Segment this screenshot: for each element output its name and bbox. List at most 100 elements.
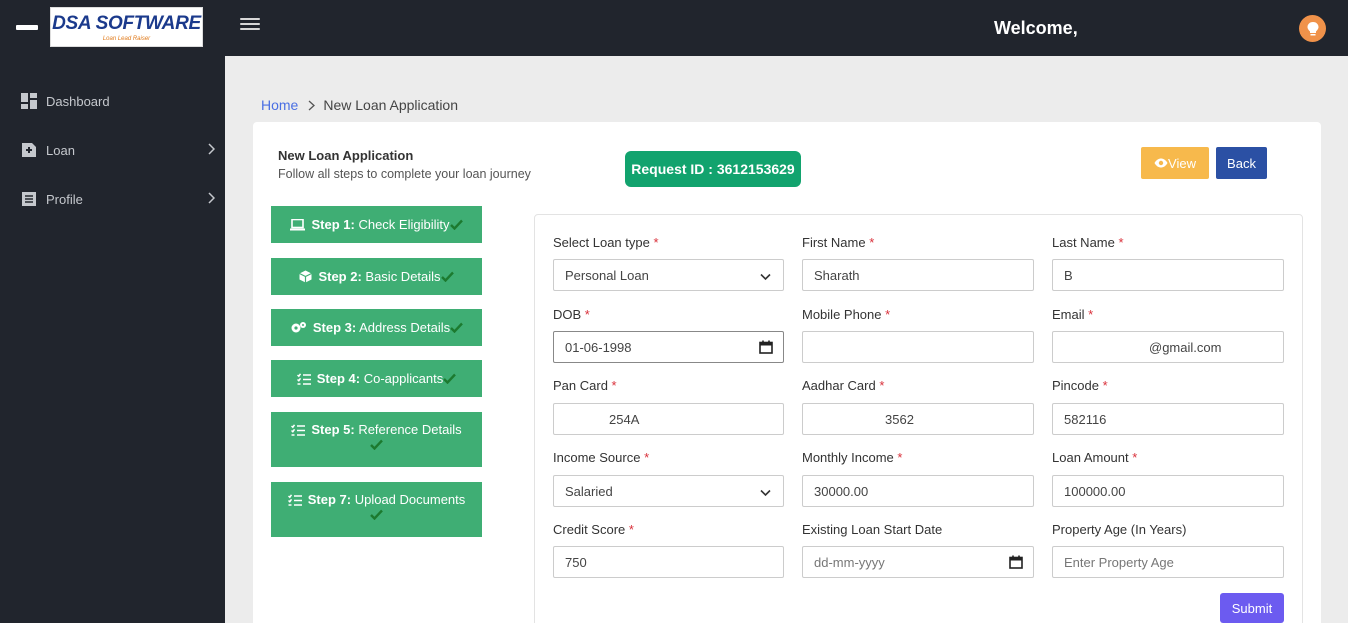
pincode-input[interactable]: 582116 (1052, 403, 1284, 435)
menu-toggle-icon[interactable] (240, 18, 260, 34)
user-avatar[interactable] (1299, 15, 1326, 42)
back-button[interactable]: Back (1216, 147, 1267, 179)
email-label: Email * (1052, 307, 1094, 322)
list-check-icon (296, 372, 311, 385)
gears-icon (291, 322, 306, 333)
chevron-down-icon (760, 269, 771, 284)
step-3-address-details[interactable]: Step 3: Address Details (271, 309, 482, 346)
sidebar-item-dashboard[interactable]: Dashboard (0, 88, 225, 114)
income-source-select[interactable]: Salaried (553, 475, 784, 507)
step-1-check-eligibility[interactable]: Step 1: Check Eligibility (271, 206, 482, 243)
chevron-right-icon (207, 192, 216, 207)
check-icon (440, 271, 454, 282)
step-5-reference-details[interactable]: Step 5: Reference Details (271, 412, 482, 467)
mobile-input[interactable] (802, 331, 1034, 363)
breadcrumb-home-link[interactable]: Home (261, 97, 298, 113)
breadcrumb: Home New Loan Application (261, 97, 458, 113)
lightbulb-icon (1307, 21, 1318, 35)
step-7-upload-documents[interactable]: Step 7: Upload Documents (271, 482, 482, 537)
step-prefix: Step 7: (307, 492, 352, 507)
dob-value: 01-06-1998 (565, 339, 632, 355)
sidebar-item-label: Loan (46, 142, 75, 158)
aadhar-input[interactable]: 3562 (802, 403, 1034, 435)
laptop-icon (290, 218, 306, 230)
brand-name: DSA SOFTWARE (52, 13, 201, 34)
brand-tagline: Loan Lead Raiser (102, 36, 151, 42)
sidebar: Dashboard Loan Profile (0, 56, 225, 623)
loan-type-value: Personal Loan (565, 267, 649, 283)
step-name: Reference Details (358, 422, 462, 437)
loan-amount-label: Loan Amount * (1052, 450, 1138, 465)
last-name-input[interactable]: B (1052, 259, 1284, 291)
submit-button[interactable]: Submit (1220, 593, 1284, 623)
property-age-label: Property Age (In Years) (1052, 522, 1187, 537)
first-name-label: First Name * (802, 235, 875, 250)
list-icon (20, 190, 38, 208)
last-name-label: Last Name * (1052, 235, 1124, 250)
step-name: Upload Documents (354, 492, 466, 507)
breadcrumb-current: New Loan Application (323, 97, 459, 113)
dob-label: DOB * (553, 307, 590, 322)
pan-label: Pan Card * (553, 378, 617, 393)
existing-loan-date-label: Existing Loan Start Date (802, 522, 943, 537)
eye-icon (1154, 158, 1168, 168)
loan-type-select[interactable]: Personal Loan (553, 259, 784, 291)
step-name: Basic Details (365, 269, 441, 284)
step-name: Co-applicants (363, 371, 444, 386)
chevron-right-icon (308, 100, 316, 111)
loan-type-label: Select Loan type * (553, 235, 659, 250)
step-4-co-applicants[interactable]: Step 4: Co-applicants (271, 360, 482, 397)
email-input[interactable]: @gmail.com (1052, 331, 1284, 363)
view-button-label: View (1168, 155, 1196, 171)
dashboard-icon (20, 92, 38, 110)
sidebar-item-label: Profile (46, 191, 83, 207)
check-icon (443, 373, 457, 384)
mobile-label: Mobile Phone * (802, 307, 891, 322)
monthly-income-input[interactable]: 30000.00 (802, 475, 1034, 507)
step-2-basic-details[interactable]: Step 2: Basic Details (271, 258, 482, 295)
top-bar: DSA SOFTWARE Loan Lead Raiser Welcome, (0, 0, 1348, 56)
small-logo (16, 25, 38, 30)
cube-icon (299, 270, 313, 283)
pincode-label: Pincode * (1052, 378, 1108, 393)
credit-score-label: Credit Score * (553, 522, 634, 537)
pan-input[interactable]: 254A (553, 403, 784, 435)
list-check-icon (291, 423, 306, 436)
step-name: Address Details (359, 320, 451, 335)
check-icon (450, 322, 464, 333)
list-check-icon (287, 493, 302, 506)
chevron-right-icon (207, 143, 216, 158)
first-name-input[interactable]: Sharath (802, 259, 1034, 291)
income-source-label: Income Source * (553, 450, 650, 465)
existing-loan-date-input[interactable]: dd-mm-yyyy (802, 546, 1034, 578)
existing-loan-date-placeholder: dd-mm-yyyy (814, 554, 885, 570)
card-title: New Loan Application (278, 148, 414, 163)
step-prefix: Step 4: (316, 371, 361, 386)
calendar-icon[interactable] (1009, 555, 1023, 572)
check-icon (449, 219, 463, 230)
request-id-badge: Request ID : 3612153629 (625, 151, 801, 187)
loan-amount-input[interactable]: 100000.00 (1052, 475, 1284, 507)
step-prefix: Step 5: (311, 422, 355, 437)
sidebar-item-profile[interactable]: Profile (0, 186, 225, 212)
chevron-down-icon (760, 485, 771, 500)
sidebar-item-label: Dashboard (46, 93, 110, 109)
step-prefix: Step 3: (312, 320, 357, 335)
calendar-icon[interactable] (759, 340, 773, 357)
aadhar-label: Aadhar Card * (802, 378, 885, 393)
income-source-value: Salaried (565, 483, 613, 499)
add-document-icon (20, 141, 38, 159)
step-prefix: Step 2: (318, 269, 362, 284)
dob-input[interactable]: 01-06-1998 (553, 331, 784, 363)
monthly-income-label: Monthly Income * (802, 450, 903, 465)
step-name: Check Eligibility (358, 217, 450, 232)
check-icon (370, 439, 383, 451)
check-icon (370, 509, 383, 521)
card-subtitle: Follow all steps to complete your loan j… (278, 167, 531, 181)
view-button[interactable]: View (1141, 147, 1209, 179)
brand-logo[interactable]: DSA SOFTWARE Loan Lead Raiser (50, 7, 203, 47)
sidebar-item-loan[interactable]: Loan (0, 137, 225, 163)
credit-score-input[interactable]: 750 (553, 546, 784, 578)
property-age-input[interactable]: Enter Property Age (1052, 546, 1284, 578)
step-prefix: Step 1: (311, 217, 355, 232)
